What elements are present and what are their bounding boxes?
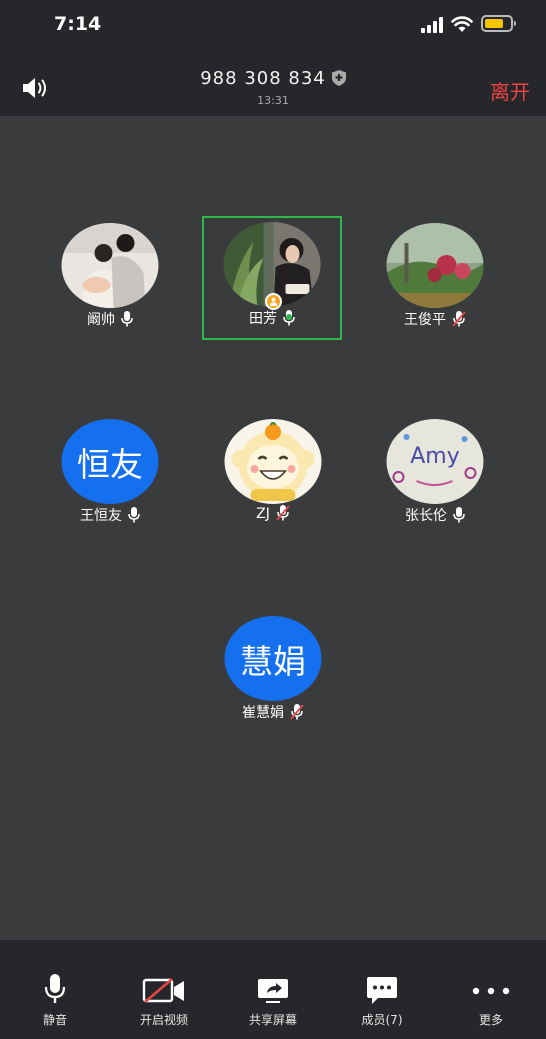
wifi-icon <box>451 16 473 32</box>
participant-name: 王恒友 <box>80 508 122 524</box>
share-screen-button[interactable]: 共享屏幕 <box>218 940 328 1039</box>
more-dots-icon <box>472 987 510 995</box>
avatar-text: 慧娟 <box>224 616 322 701</box>
share-screen-icon <box>258 979 288 1003</box>
participant-tile[interactable]: 恒友 王恒友 <box>40 413 180 537</box>
microphone-icon <box>44 974 66 1003</box>
participant-name-row: 阚帅 <box>40 309 180 329</box>
participant-tile[interactable]: ZJ <box>203 413 343 537</box>
microphone-icon <box>453 507 465 523</box>
avatar-cartoon <box>224 419 322 504</box>
battery-icon <box>481 15 516 32</box>
mute-label: 静音 <box>42 1013 67 1027</box>
microphone-muted-icon <box>290 704 304 720</box>
participant-name: 崔慧娟 <box>242 705 284 721</box>
mute-button[interactable]: 静音 <box>0 940 110 1039</box>
participant-name-row: 张长伦 <box>365 505 505 525</box>
start-video-label: 开启视频 <box>139 1013 188 1027</box>
chat-bubble-icon <box>367 977 397 1004</box>
avatar-photo-text: Amy <box>410 444 460 469</box>
participant-name-row: 王俊平 <box>365 309 505 329</box>
members-label: 成员(7) <box>361 1013 403 1027</box>
meeting-header: 988 308 834 13:31 离开 <box>0 52 546 116</box>
participant-tile[interactable]: 阚帅 <box>40 217 180 341</box>
microphone-icon <box>121 311 133 327</box>
microphone-speaking-icon <box>283 310 295 326</box>
status-bar: 7:14 <box>0 0 546 52</box>
more-button[interactable]: 更多 <box>436 940 546 1039</box>
more-label: 更多 <box>478 1013 503 1027</box>
avatar: Amy <box>386 419 484 504</box>
participant-name-row: 王恒友 <box>40 505 180 525</box>
participant-tile-active[interactable]: 田芳 <box>202 216 342 340</box>
meeting-id[interactable]: 988 308 834 <box>0 68 546 89</box>
participant-tile[interactable]: 慧娟 崔慧娟 <box>203 610 343 734</box>
meeting-duration: 13:31 <box>257 94 289 107</box>
avatar-text: 恒友 <box>61 419 159 504</box>
shield-icon <box>331 70 346 86</box>
microphone-icon <box>128 507 140 523</box>
share-screen-label: 共享屏幕 <box>248 1013 297 1027</box>
members-button[interactable]: 成员(7) <box>327 940 437 1039</box>
clock: 7:14 <box>54 13 102 35</box>
participant-name-row: 崔慧娟 <box>203 702 343 722</box>
avatar <box>61 223 159 308</box>
video-off-icon <box>142 978 184 1003</box>
participant-tile[interactable]: Amy 张长伦 <box>365 413 505 537</box>
participant-tile[interactable]: 王俊平 <box>365 217 505 341</box>
participant-name: 张长伦 <box>405 508 447 524</box>
meeting-id-text: 988 308 834 <box>200 68 326 89</box>
start-video-button[interactable]: 开启视频 <box>109 940 219 1039</box>
participant-name: 王俊平 <box>404 312 446 328</box>
participant-name-row: ZJ <box>203 505 343 522</box>
microphone-muted-icon <box>452 311 466 327</box>
participant-name-row: 田芳 <box>204 308 340 328</box>
microphone-muted-icon <box>276 505 290 521</box>
participant-name: 阚帅 <box>87 312 115 328</box>
leave-button[interactable]: 离开 <box>490 76 530 105</box>
bottom-toolbar: 静音 开启视频 共享屏幕 成员(7) 更多 <box>0 940 546 1039</box>
participant-name: 田芳 <box>249 311 277 327</box>
avatar <box>386 223 484 308</box>
cellular-signal-icon <box>421 17 443 33</box>
participant-name: ZJ <box>256 506 270 522</box>
